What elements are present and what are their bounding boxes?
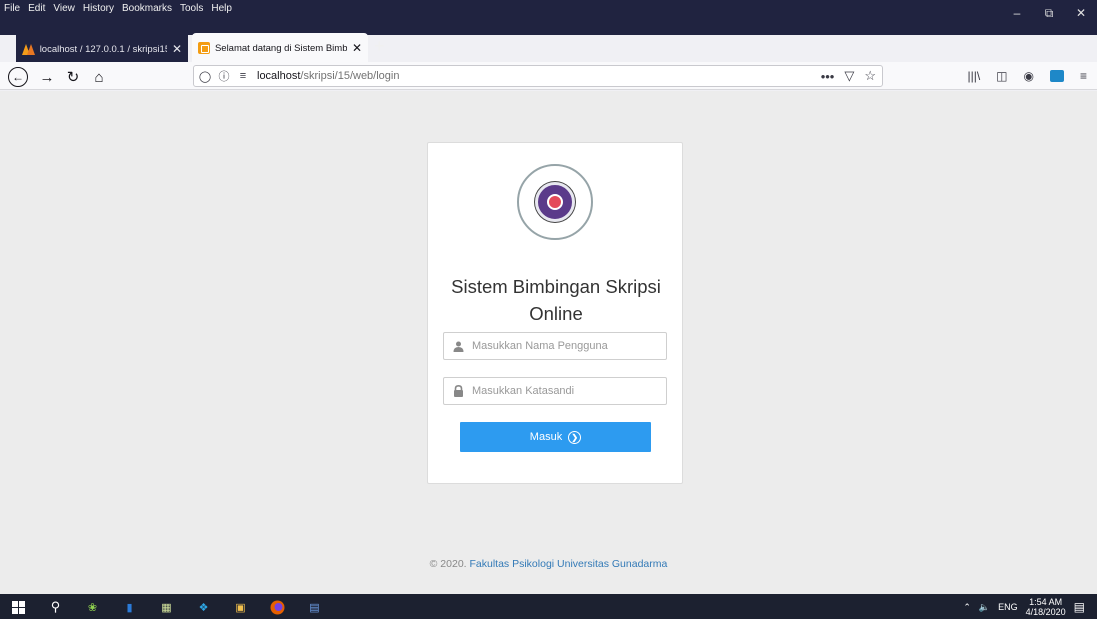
info-icon[interactable]: ⓘ	[216, 68, 232, 84]
clock-date: 4/18/2020	[1025, 607, 1066, 617]
navigation-bar: ← → ↻ ⌂ ◯ ⓘ ≡ localhost/skripsi/15/web/l…	[0, 62, 1097, 90]
menu-file[interactable]: File	[4, 2, 20, 16]
firefox-icon[interactable]	[269, 599, 286, 616]
back-icon[interactable]: ←	[8, 67, 28, 87]
tab-title: localhost / 127.0.0.1 / skripsi15	[39, 43, 167, 55]
url-actions: ••• ▽ ☆	[821, 66, 876, 86]
search-icon[interactable]: ⚲	[47, 599, 64, 616]
login-button-label: Masuk	[529, 431, 563, 443]
page-title: Sistem Bimbingan Skripsi Online	[451, 276, 661, 324]
library-icon[interactable]: |||\	[967, 69, 980, 83]
file-explorer-icon[interactable]: ▣	[232, 599, 249, 616]
tab-phpmyadmin[interactable]: localhost / 127.0.0.1 / skripsi15 ✕	[16, 35, 188, 63]
tab-close-icon[interactable]: ✕	[352, 41, 362, 55]
notes-app-icon[interactable]: ▮	[121, 599, 138, 616]
clock-time: 1:54 AM	[1029, 597, 1063, 607]
language-indicator[interactable]: ENG	[998, 602, 1018, 612]
close-window-button[interactable]: ✕	[1065, 0, 1097, 26]
pocket-icon[interactable]: ▽	[844, 68, 854, 84]
username-field[interactable]	[443, 332, 667, 360]
menu-bookmarks[interactable]: Bookmarks	[122, 2, 172, 16]
vscode-app-icon[interactable]: ❖	[195, 599, 212, 616]
arrow-circle-icon: ❯	[568, 430, 582, 444]
tab-close-icon[interactable]: ✕	[172, 42, 182, 56]
url-bar[interactable]: ◯ ⓘ ≡ localhost/skripsi/15/web/login •••…	[193, 65, 883, 87]
user-icon	[444, 341, 472, 352]
permissions-icon[interactable]: ≡	[235, 70, 251, 82]
page-footer: © 2020. Fakultas Psikologi Universitas G…	[0, 558, 1097, 570]
lock-icon	[444, 385, 472, 397]
university-logo	[517, 164, 593, 240]
system-tray: ⌃ 🔈 ENG 1:54 AM 4/18/2020 ▤	[963, 596, 1085, 618]
menubar: File Edit View History Bookmarks Tools H…	[4, 2, 232, 16]
reload-icon[interactable]: ↻	[62, 66, 84, 88]
page-actions-icon[interactable]: •••	[821, 69, 835, 84]
menu-history[interactable]: History	[83, 2, 114, 16]
minimize-button[interactable]: –	[1001, 0, 1033, 26]
sidebar-icon[interactable]: ◫	[996, 69, 1007, 83]
browser-titlebar: File Edit View History Bookmarks Tools H…	[0, 0, 1097, 35]
phpmyadmin-favicon-icon	[22, 43, 35, 55]
paint-app-icon[interactable]: ❀	[84, 599, 101, 616]
extension-icon[interactable]	[1049, 70, 1064, 82]
start-icon[interactable]	[10, 599, 27, 616]
login-button[interactable]: Masuk ❯	[460, 422, 651, 452]
menu-icon[interactable]: ≡	[1080, 69, 1087, 83]
window-controls: – ⧉ ✕	[1001, 0, 1097, 30]
clock[interactable]: 1:54 AM 4/18/2020	[1026, 597, 1066, 617]
menu-help[interactable]: Help	[211, 2, 232, 16]
chevron-up-icon[interactable]: ⌃	[963, 602, 971, 613]
login-card: Sistem Bimbingan Skripsi Online Masuk ❯	[427, 142, 683, 484]
password-input[interactable]	[472, 385, 662, 397]
url-path: /skripsi/15/web/login	[300, 70, 400, 82]
university-seal-icon	[535, 182, 575, 222]
windows-taskbar: ⚲ ❀ ▮ ▦ ❖ ▣ ▤ ⌃ 🔈 ENG 1:54 AM 4/18/2020 …	[0, 594, 1097, 619]
new-tab-button[interactable]: +	[374, 34, 394, 60]
footer-copyright: © 2020.	[429, 558, 467, 570]
star-icon[interactable]: ☆	[864, 68, 876, 84]
home-icon[interactable]: ⌂	[88, 66, 110, 88]
account-icon[interactable]: ◉	[1024, 69, 1034, 83]
maximize-button[interactable]: ⧉	[1033, 0, 1065, 26]
editor-app-icon[interactable]: ▦	[158, 599, 175, 616]
tab-login-page[interactable]: Selamat datang di Sistem Bimb ✕	[192, 33, 368, 63]
menu-view[interactable]: View	[53, 2, 75, 16]
page-viewport: Sistem Bimbingan Skripsi Online Masuk ❯ …	[0, 91, 1097, 594]
menu-edit[interactable]: Edit	[28, 2, 45, 16]
tab-title: Selamat datang di Sistem Bimb	[214, 42, 347, 54]
toolbar-right: |||\ ◫ ◉ ≡	[967, 66, 1087, 86]
word-app-icon[interactable]: ▤	[306, 599, 323, 616]
menu-tools[interactable]: Tools	[180, 2, 203, 16]
taskbar-apps: ⚲ ❀ ▮ ▦ ❖ ▣ ▤	[10, 598, 323, 616]
shield-icon[interactable]: ◯	[197, 70, 213, 83]
url-host: localhost	[257, 70, 301, 82]
volume-icon[interactable]: 🔈	[979, 602, 990, 613]
forward-icon[interactable]: →	[36, 66, 58, 88]
password-field[interactable]	[443, 377, 667, 405]
footer-link[interactable]: Fakultas Psikologi Universitas Gunadarma	[470, 558, 668, 570]
username-input[interactable]	[472, 340, 662, 352]
site-favicon-icon	[198, 42, 210, 54]
notification-icon[interactable]: ▤	[1074, 600, 1085, 614]
